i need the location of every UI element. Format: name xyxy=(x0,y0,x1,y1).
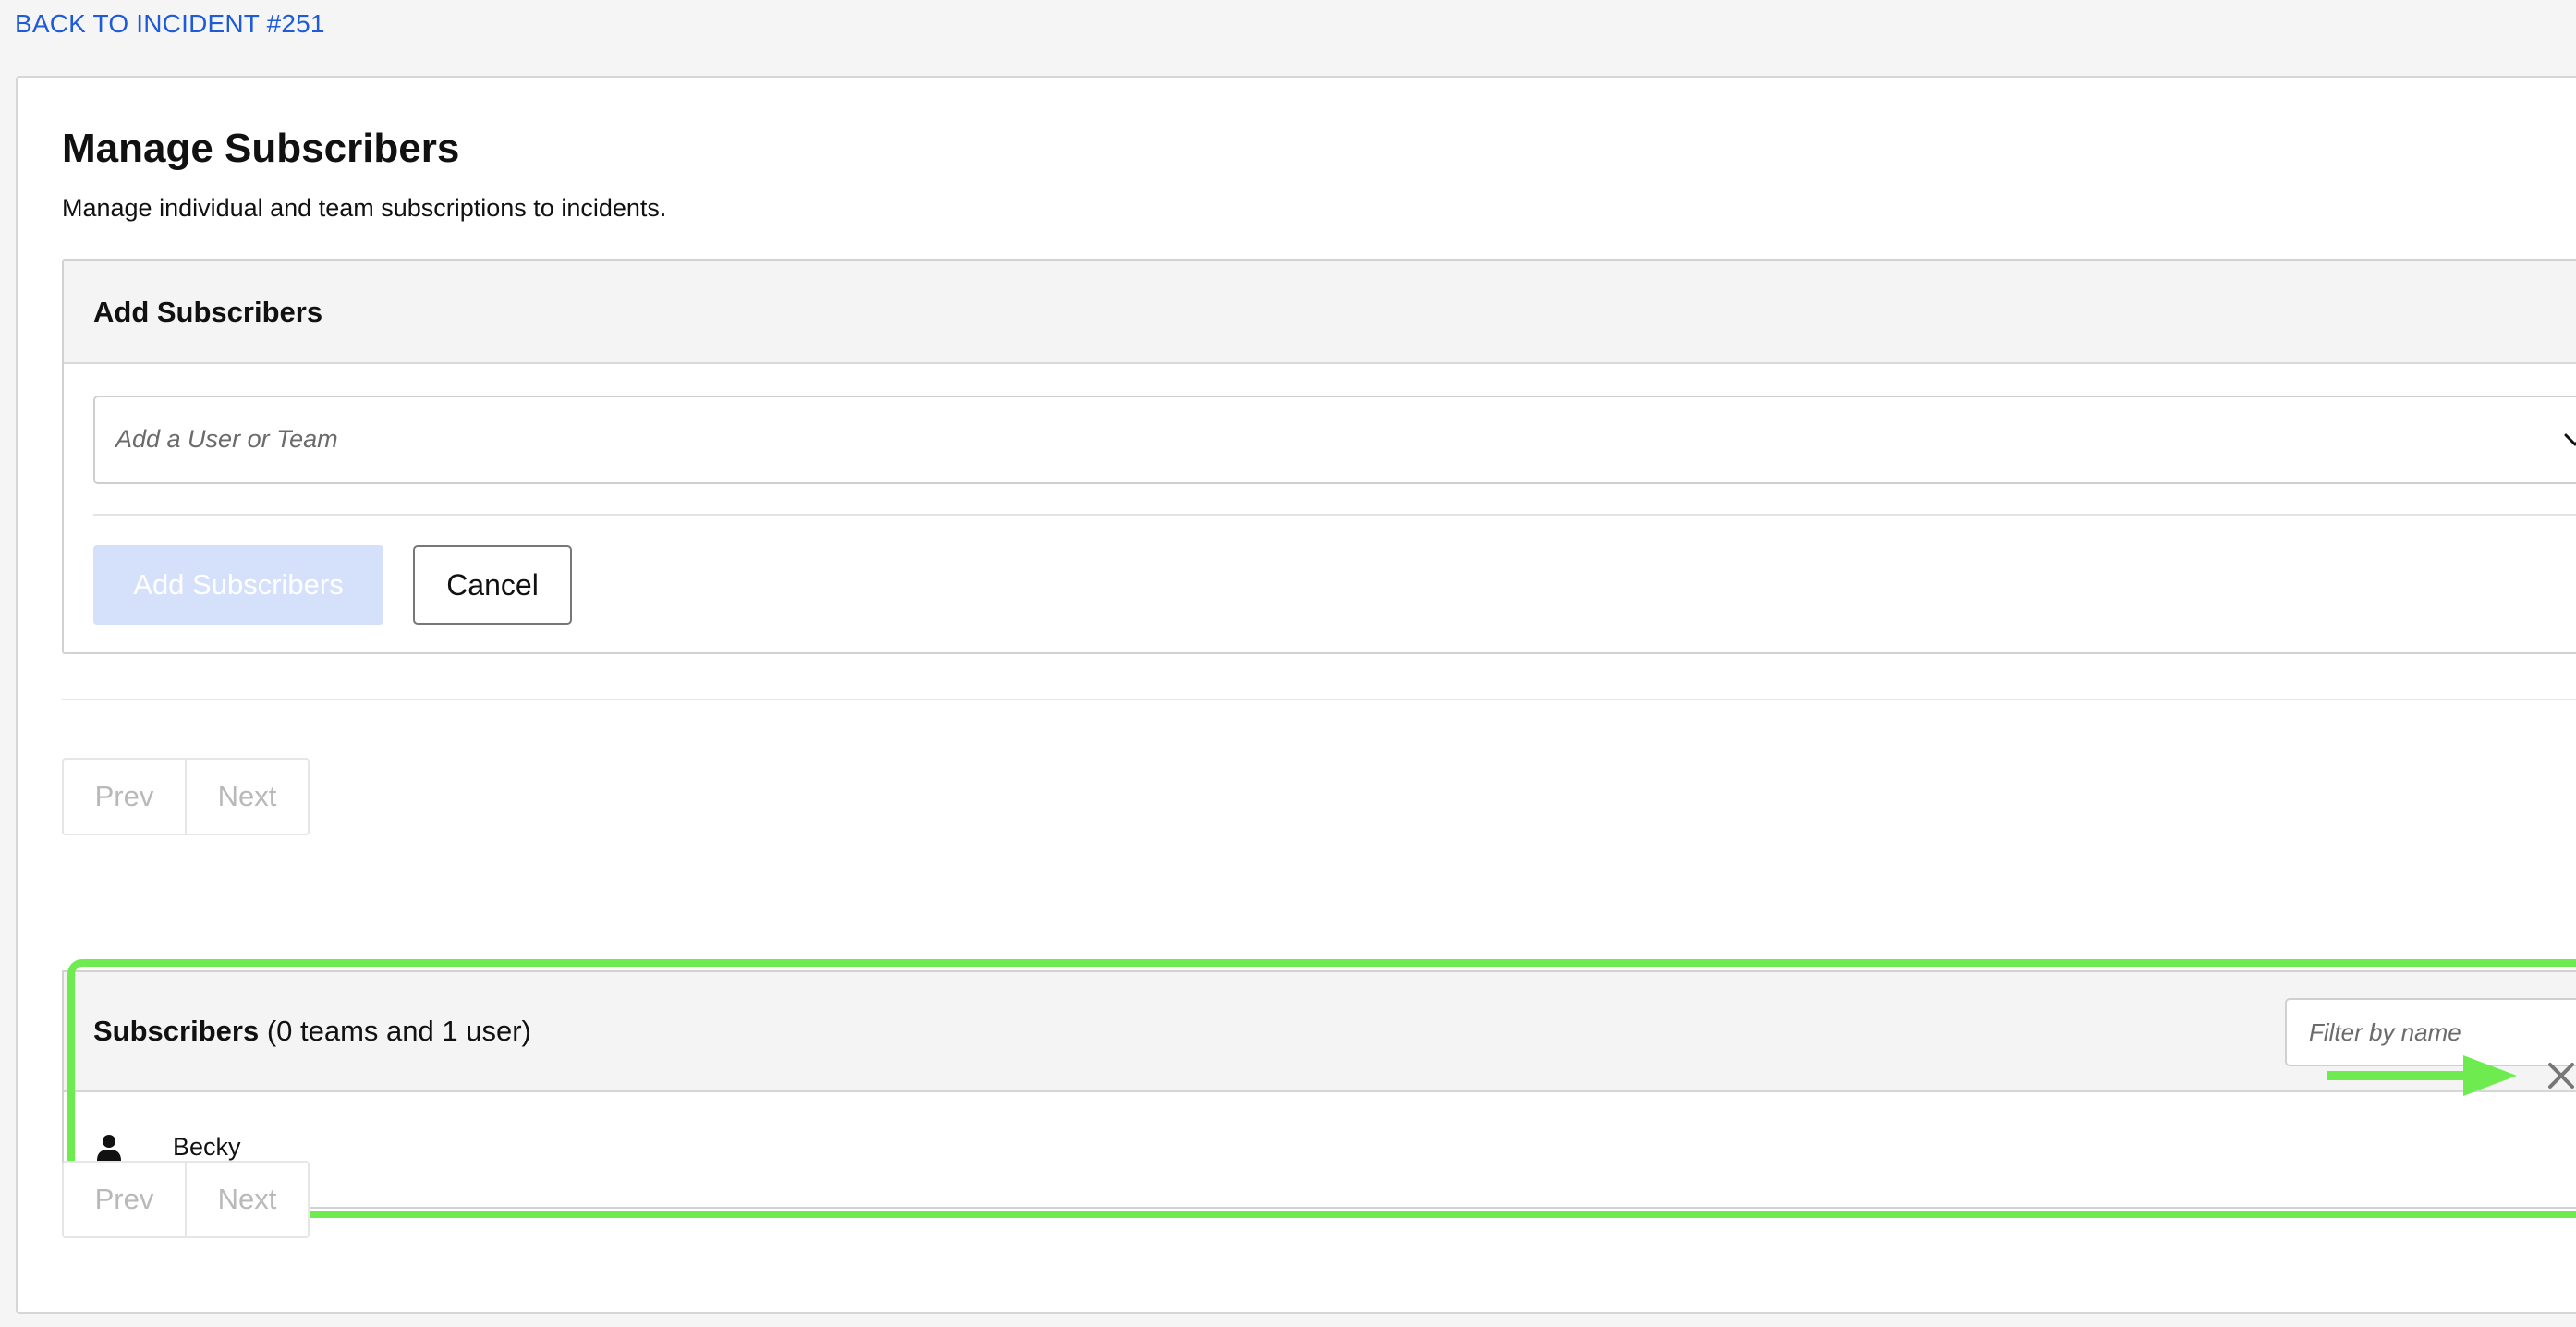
arrow-right-icon xyxy=(2327,1055,2517,1096)
add-subscribers-header: Add Subscribers xyxy=(64,261,2576,364)
manage-subscribers-card: Manage Subscribers Manage individual and… xyxy=(16,76,2576,1314)
subscribers-highlight-box xyxy=(67,959,2576,1218)
close-icon[interactable] xyxy=(2546,1061,2576,1090)
pagination-top: Prev Next xyxy=(62,758,310,835)
add-subscribers-button[interactable]: Add Subscribers xyxy=(93,545,383,625)
select-placeholder: Add a User or Team xyxy=(115,425,338,453)
page-title: Manage Subscribers xyxy=(62,126,460,171)
add-subscribers-panel: Add Subscribers Add a User or Team Add S… xyxy=(62,259,2576,654)
page-subtitle: Manage individual and team subscriptions… xyxy=(62,194,667,222)
chevron-down-icon[interactable] xyxy=(2560,425,2576,455)
prev-button[interactable]: Prev xyxy=(64,760,187,834)
prev-button[interactable]: Prev xyxy=(64,1163,187,1236)
add-user-or-team-select[interactable]: Add a User or Team xyxy=(93,396,2576,484)
cancel-button[interactable]: Cancel xyxy=(413,545,572,625)
pagination-bottom: Prev Next xyxy=(62,1161,310,1238)
section-divider xyxy=(62,699,2576,700)
panel-divider xyxy=(93,514,2576,516)
back-to-incident-link[interactable]: BACK TO INCIDENT #251 xyxy=(15,9,325,39)
add-subscribers-title: Add Subscribers xyxy=(93,296,323,328)
next-button[interactable]: Next xyxy=(187,1163,308,1236)
next-button[interactable]: Next xyxy=(187,760,308,834)
